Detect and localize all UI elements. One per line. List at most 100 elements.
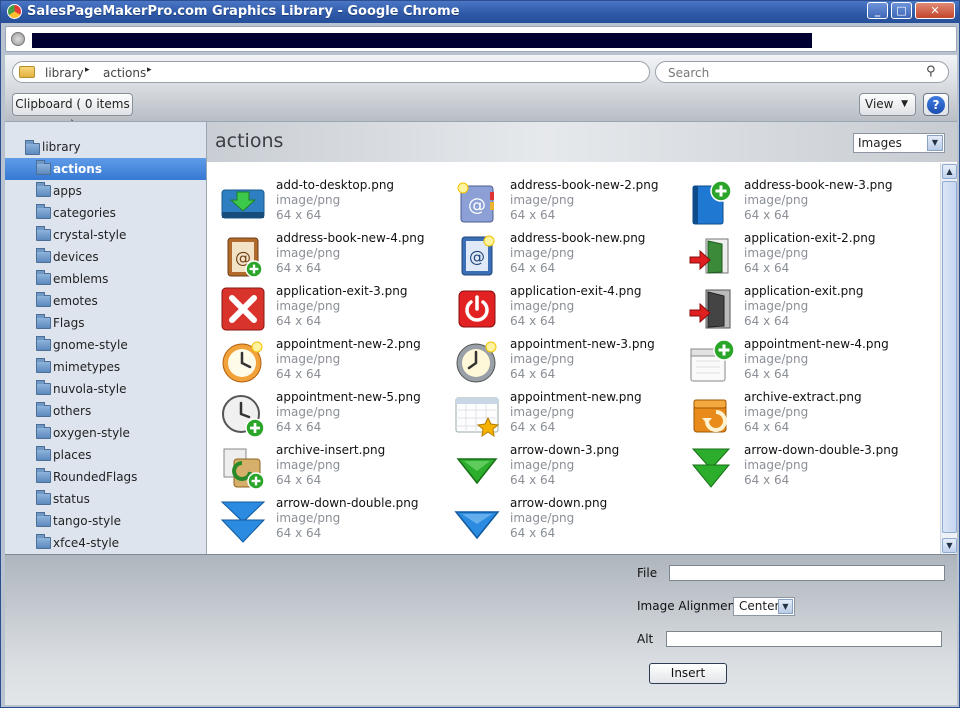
- library-toolbar: library ▸ actions ▸ Search ⚲ Clipboard (…: [5, 55, 957, 132]
- sidebar-item-label: emotes: [53, 294, 98, 308]
- sidebar-item-xfce4-style[interactable]: xfce4-style: [5, 532, 206, 554]
- file-tile[interactable]: arrow-down-double.png image/png 64 x 64: [217, 496, 447, 548]
- address-bar[interactable]: salespagemakerpro.com/library: [5, 26, 957, 52]
- blue-double-arrow-down-icon: [220, 498, 266, 544]
- sidebar-item-label: oxygen-style: [53, 426, 130, 440]
- sidebar-item-crystal-style[interactable]: crystal-style: [5, 224, 206, 246]
- file-name: application-exit-3.png: [276, 284, 408, 298]
- file-dimensions: 64 x 64: [744, 314, 790, 328]
- file-dimensions: 64 x 64: [510, 367, 556, 381]
- orange-clock-icon: [220, 339, 266, 385]
- sidebar-item-actions[interactable]: actions: [5, 158, 206, 180]
- file-dimensions: 64 x 64: [510, 526, 556, 540]
- sidebar-item-apps[interactable]: apps: [5, 180, 206, 202]
- scroll-up-button[interactable]: ▲: [942, 164, 957, 179]
- sidebar-item-label: Flags: [53, 316, 85, 330]
- folder-icon: [36, 512, 51, 527]
- file-tile[interactable]: application-exit-2.png image/png 64 x 64: [685, 231, 915, 283]
- file-tile[interactable]: appointment-new-5.png image/png 64 x 64: [217, 390, 447, 442]
- view-button[interactable]: View ▼: [859, 93, 916, 116]
- file-dimensions: 64 x 64: [276, 526, 322, 540]
- folder-title: actions: [215, 130, 284, 152]
- clipboard-button[interactable]: Clipboard ( 0 items ): [12, 93, 133, 132]
- file-dimensions: 64 x 64: [276, 314, 322, 328]
- folder-icon: [36, 446, 51, 461]
- folder-icon: [36, 468, 51, 483]
- green-arrow-down-icon: [454, 445, 500, 491]
- file-name: arrow-down.png: [510, 496, 608, 510]
- sidebar-item-status[interactable]: status: [5, 488, 206, 510]
- insert-panel: File Image Alignment Center ▼ Alt Insert: [5, 554, 957, 705]
- sidebar-item-devices[interactable]: devices: [5, 246, 206, 268]
- sidebar-item-roundedflags[interactable]: RoundedFlags: [5, 466, 206, 488]
- alt-label: Alt: [637, 632, 654, 646]
- file-field[interactable]: [669, 565, 945, 581]
- alt-field[interactable]: [666, 631, 942, 647]
- sidebar-item-places[interactable]: places: [5, 444, 206, 466]
- sidebar-item-oxygen-style[interactable]: oxygen-style: [5, 422, 206, 444]
- file-tile[interactable]: archive-extract.png image/png 64 x 64: [685, 390, 915, 442]
- file-tile[interactable]: appointment-new-2.png image/png 64 x 64: [217, 337, 447, 389]
- folder-icon: [36, 402, 51, 417]
- file-tile[interactable]: appointment-new-4.png image/png 64 x 64: [685, 337, 915, 389]
- help-icon: ?: [927, 96, 945, 114]
- sidebar-item-emotes[interactable]: emotes: [5, 290, 206, 312]
- file-mime-type: image/png: [276, 246, 341, 260]
- sidebar-item-tango-style[interactable]: tango-style: [5, 510, 206, 532]
- file-tile[interactable]: @ address-book-new-4.png image/png 64 x 64: [217, 231, 447, 283]
- sidebar-item-label: RoundedFlags: [53, 470, 138, 484]
- file-tile[interactable]: application-exit-4.png image/png 64 x 64: [451, 284, 681, 336]
- file-tile[interactable]: add-to-desktop.png image/png 64 x 64: [217, 178, 447, 230]
- sidebar-item-nuvola-style[interactable]: nuvola-style: [5, 378, 206, 400]
- magnifier-icon[interactable]: ⚲: [926, 64, 936, 79]
- green-double-arrow-down-icon: [688, 445, 734, 491]
- file-mime-type: image/png: [276, 405, 341, 419]
- sidebar-item-others[interactable]: others: [5, 400, 206, 422]
- file-tile[interactable]: appointment-new.png image/png 64 x 64: [451, 390, 681, 442]
- file-dimensions: 64 x 64: [276, 367, 322, 381]
- type-filter-select[interactable]: Images ▼: [853, 133, 945, 153]
- file-mime-type: image/png: [744, 193, 809, 207]
- file-tile[interactable]: application-exit-3.png image/png 64 x 64: [217, 284, 447, 336]
- insert-button[interactable]: Insert: [649, 663, 727, 684]
- red-x-icon: [220, 286, 266, 332]
- file-tile[interactable]: archive-insert.png image/png 64 x 64: [217, 443, 447, 495]
- breadcrumb-item-library[interactable]: library: [45, 66, 84, 80]
- url-text[interactable]: salespagemakerpro.com/library: [32, 33, 812, 48]
- breadcrumb-item-actions[interactable]: actions: [103, 66, 146, 80]
- file-mime-type: image/png: [744, 299, 809, 313]
- scroll-down-button[interactable]: ▼: [942, 538, 957, 553]
- sidebar-item-gnome-style[interactable]: gnome-style: [5, 334, 206, 356]
- sidebar-item-emblems[interactable]: emblems: [5, 268, 206, 290]
- calendar-star-icon: [454, 392, 500, 438]
- minimize-button[interactable]: _: [867, 2, 888, 19]
- sidebar-item-categories[interactable]: categories: [5, 202, 206, 224]
- search-input[interactable]: Search ⚲: [655, 61, 949, 83]
- file-dimensions: 64 x 64: [510, 473, 556, 487]
- sidebar-item-label: status: [53, 492, 90, 506]
- sidebar-item-flags[interactable]: Flags: [5, 312, 206, 334]
- file-tile[interactable]: arrow-down-3.png image/png 64 x 64: [451, 443, 681, 495]
- scrollbar-thumb[interactable]: [942, 181, 957, 533]
- vertical-scrollbar[interactable]: ▲ ▼: [940, 163, 957, 554]
- grey-clock-icon: [454, 339, 500, 385]
- blue-arrow-down-icon: [454, 498, 500, 544]
- restore-button[interactable]: □: [891, 2, 912, 19]
- breadcrumb: library ▸ actions ▸: [12, 61, 650, 83]
- file-tile[interactable]: @ address-book-new.png image/png 64 x 64: [451, 231, 681, 283]
- file-tile[interactable]: arrow-down-double-3.png image/png 64 x 64: [685, 443, 915, 495]
- file-dimensions: 64 x 64: [510, 314, 556, 328]
- type-filter-value: Images: [858, 136, 902, 150]
- close-window-button[interactable]: ✕: [915, 2, 955, 19]
- file-tile[interactable]: address-book-new-3.png image/png 64 x 64: [685, 178, 915, 230]
- image-alignment-select[interactable]: Center ▼: [733, 597, 795, 616]
- file-tile[interactable]: appointment-new-3.png image/png 64 x 64: [451, 337, 681, 389]
- clock-add-icon: [220, 392, 266, 438]
- file-mime-type: image/png: [276, 458, 341, 472]
- file-tile[interactable]: arrow-down.png image/png 64 x 64: [451, 496, 681, 548]
- help-button[interactable]: ?: [923, 93, 949, 116]
- file-tile[interactable]: application-exit.png image/png 64 x 64: [685, 284, 915, 336]
- file-tile[interactable]: @ address-book-new-2.png image/png 64 x 64: [451, 178, 681, 230]
- sidebar-item-label: crystal-style: [53, 228, 127, 242]
- sidebar-item-mimetypes[interactable]: mimetypes: [5, 356, 206, 378]
